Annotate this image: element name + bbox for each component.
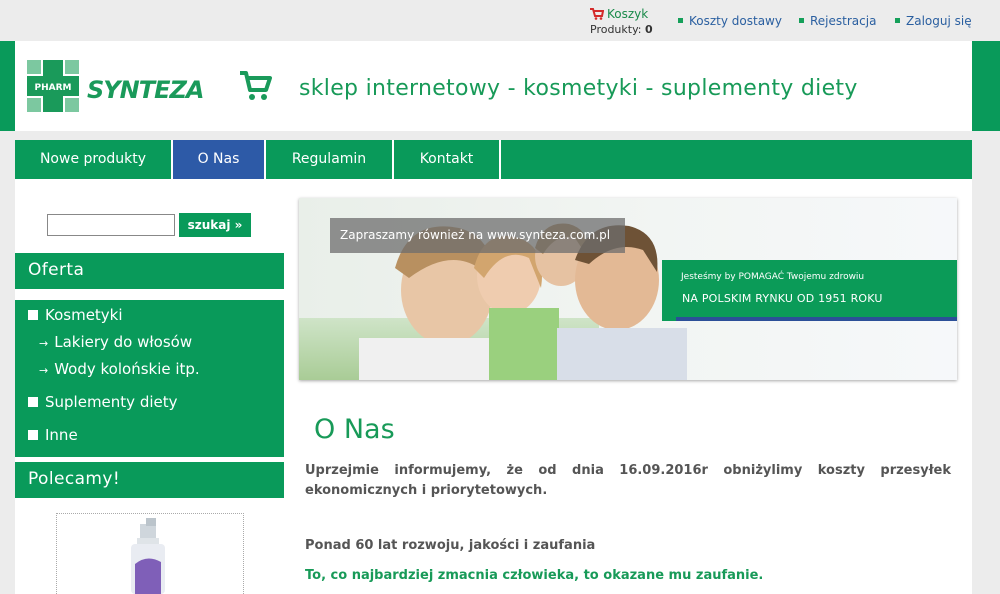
header-edge-left bbox=[0, 41, 15, 131]
link-shipping-costs-label[interactable]: Koszty dostawy bbox=[689, 14, 782, 28]
arrow-right-icon: → bbox=[39, 364, 49, 377]
menu-item-other[interactable]: Inne bbox=[28, 426, 78, 444]
site-tagline: sklep internetowy - kosmetyki - suplemen… bbox=[299, 76, 858, 101]
menu-item-colognes[interactable]: → Wody kolońskie itp. bbox=[39, 360, 200, 378]
bullet-icon bbox=[895, 18, 900, 23]
square-bullet-icon bbox=[28, 397, 38, 407]
link-register[interactable]: Rejestracja bbox=[799, 14, 876, 28]
category-menu: Kosmetyki → Lakiery do włosów → Wody koloń… bbox=[15, 300, 284, 457]
tab-about-us[interactable]: O Nas bbox=[173, 140, 266, 179]
info-paragraph: Uprzejmie informujemy, że od dnia 16.09.… bbox=[305, 463, 951, 498]
link-login[interactable]: Zaloguj się bbox=[895, 14, 972, 28]
menu-item-cosmetics-label[interactable]: Kosmetyki bbox=[45, 306, 123, 324]
square-bullet-icon bbox=[28, 430, 38, 440]
bullet-icon bbox=[799, 18, 804, 23]
link-login-label[interactable]: Zaloguj się bbox=[906, 14, 972, 28]
menu-item-colognes-label[interactable]: Wody kolońskie itp. bbox=[54, 360, 199, 378]
banner-slogan-box: Jesteśmy by POMAGAĆ Twojemu zdrowiu NA P… bbox=[662, 260, 957, 321]
search-input[interactable] bbox=[47, 214, 175, 236]
top-bar: Koszyk Produkty: 0 Koszty dostawy Rejest… bbox=[0, 0, 1000, 41]
subheading-paragraph: Ponad 60 lat rozwoju, jakości i zaufania bbox=[305, 538, 596, 553]
arrow-right-icon: → bbox=[39, 337, 49, 350]
banner-slogan-line2: NA POLSKIM RYNKU OD 1951 ROKU bbox=[682, 292, 883, 305]
page-body: szukaj » Oferta Kosmetyki → Lakiery do wł… bbox=[15, 179, 972, 594]
menu-item-hair-lacquers-label[interactable]: Lakiery do włosów bbox=[54, 333, 192, 351]
banner-slogan-line1: Jesteśmy by POMAGAĆ Twojemu zdrowiu bbox=[681, 272, 865, 282]
page-title: O Nas bbox=[314, 414, 395, 445]
menu-item-hair-lacquers[interactable]: → Lakiery do włosów bbox=[39, 333, 192, 351]
menu-item-cosmetics[interactable]: Kosmetyki bbox=[28, 306, 123, 324]
menu-item-other-label[interactable]: Inne bbox=[45, 426, 78, 444]
search-button[interactable]: szukaj » bbox=[179, 213, 251, 237]
menu-item-supplements-label[interactable]: Suplementy diety bbox=[45, 393, 178, 411]
banner-overlay-text[interactable]: Zapraszamy również na www.synteza.com.pl bbox=[330, 218, 625, 253]
cart-label[interactable]: Koszyk bbox=[607, 7, 648, 21]
tab-contact[interactable]: Kontakt bbox=[394, 140, 501, 179]
link-register-label[interactable]: Rejestracja bbox=[810, 14, 876, 28]
product-bottle-image bbox=[131, 518, 165, 594]
logo-cart-icon bbox=[240, 71, 272, 100]
cart-icon bbox=[590, 8, 605, 23]
promo-banner[interactable]: Zapraszamy również na www.synteza.com.pl… bbox=[299, 198, 957, 380]
tab-new-products[interactable]: Nowe produkty bbox=[15, 140, 173, 179]
recommended-product[interactable] bbox=[56, 513, 244, 594]
square-bullet-icon bbox=[28, 310, 38, 320]
link-shipping-costs[interactable]: Koszty dostawy bbox=[678, 14, 782, 28]
menu-item-supplements[interactable]: Suplementy diety bbox=[28, 393, 178, 411]
tab-terms[interactable]: Regulamin bbox=[266, 140, 394, 179]
site-logo[interactable]: PHARM SYNTEZA bbox=[27, 60, 277, 118]
logo-brand-text: SYNTEZA bbox=[87, 76, 204, 104]
offer-title: Oferta bbox=[15, 253, 284, 289]
banner-blue-stripe bbox=[676, 317, 957, 321]
main-nav: Nowe produkty O Nas Regulamin Kontakt bbox=[15, 140, 972, 179]
cart-widget[interactable]: Koszyk Produkty: 0 bbox=[590, 7, 653, 37]
site-header: PHARM SYNTEZA sklep internetowy - kosmet… bbox=[0, 41, 1000, 131]
motto-paragraph: To, co najbardziej zmacnia człowieka, to… bbox=[305, 568, 764, 583]
header-edge-right bbox=[972, 41, 1000, 131]
cart-products-count: 0 bbox=[645, 23, 653, 36]
logo-badge-text: PHARM bbox=[35, 83, 72, 93]
bullet-icon bbox=[678, 18, 683, 23]
recommended-title: Polecamy! bbox=[15, 462, 284, 498]
cart-products-label: Produkty: bbox=[590, 23, 642, 36]
